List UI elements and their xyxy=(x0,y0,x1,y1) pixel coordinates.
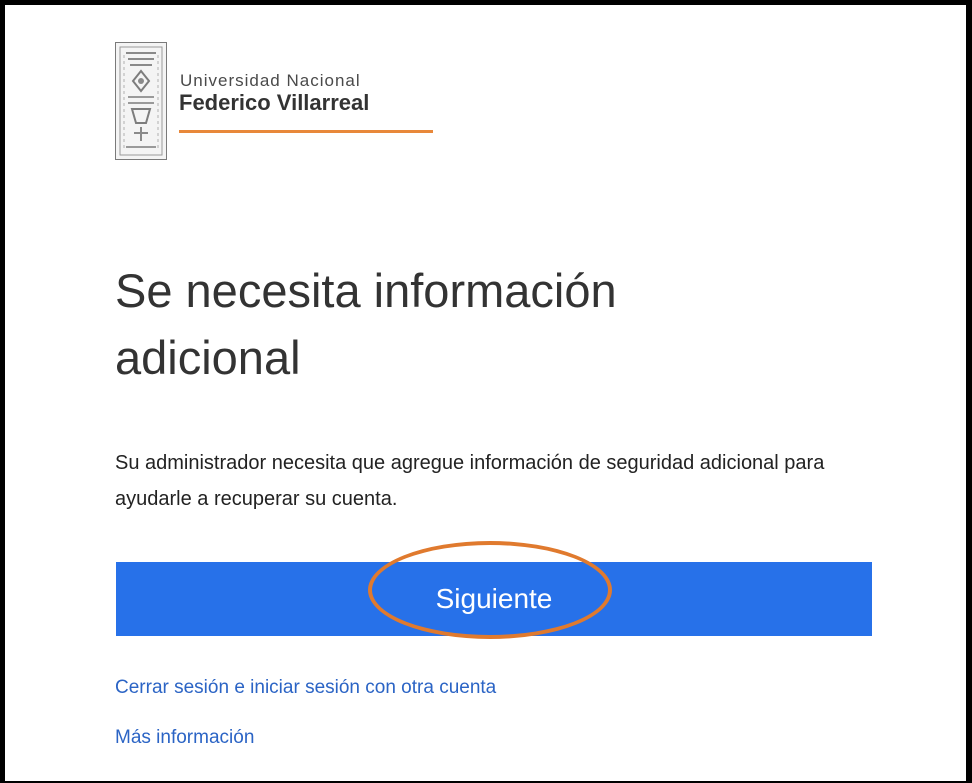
more-info-link[interactable]: Más información xyxy=(115,727,254,749)
page-title: Se necesita información adicional xyxy=(115,264,617,384)
next-button[interactable]: Siguiente xyxy=(116,562,872,636)
description-text: Su administrador necesita que agregue in… xyxy=(115,452,825,510)
logo-accent-rule xyxy=(179,130,433,133)
university-seal-icon xyxy=(115,42,167,160)
university-logo: Universidad Nacional Federico Villarreal xyxy=(115,42,435,162)
university-name-line2: Federico Villarreal xyxy=(179,90,370,115)
university-name-line1: Universidad Nacional xyxy=(180,71,361,90)
sign-in-panel: Universidad Nacional Federico Villarreal… xyxy=(0,0,972,783)
switch-account-link[interactable]: Cerrar sesión e iniciar sesión con otra … xyxy=(115,677,496,699)
